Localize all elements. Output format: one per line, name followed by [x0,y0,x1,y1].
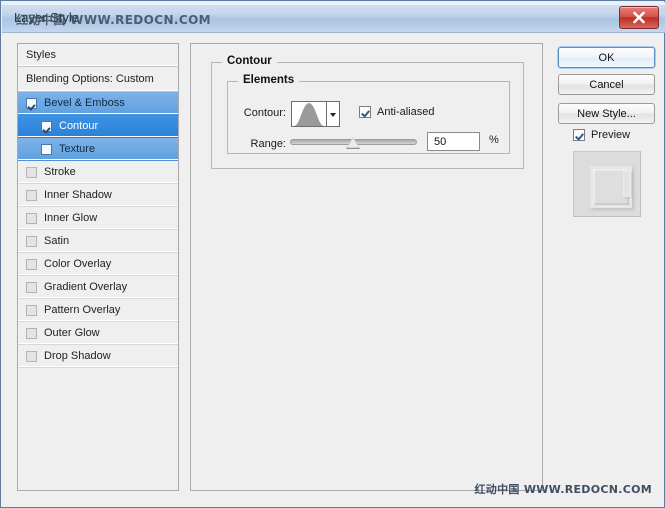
style-item-label: Outer Glow [44,327,100,339]
anti-aliased-label: Anti-aliased [377,106,435,118]
style-item-checkbox[interactable] [26,350,37,362]
close-button[interactable] [619,6,659,29]
style-item-contour[interactable]: Contour [18,115,178,138]
bottom-watermark: 红动中国 WWW.REDOCN.COM [474,481,652,497]
style-item-checkbox[interactable] [26,304,37,316]
styles-panel: Styles Blending Options: Custom Bevel & … [17,43,179,491]
style-item-checkbox[interactable] [26,166,37,178]
style-item-label: Contour [59,120,99,132]
anti-aliased-checkbox-box [359,106,371,118]
cancel-button[interactable]: Cancel [558,74,655,95]
style-item-checkbox[interactable] [41,143,52,155]
range-unit: % [489,134,499,146]
styles-header: Styles [18,44,178,67]
style-item-checkbox[interactable] [26,212,37,224]
elements-group: Elements Contour: Anti-aliased Range: 50… [227,74,510,154]
anti-aliased-checkbox[interactable]: Anti-aliased [359,106,434,118]
blending-options-row[interactable]: Blending Options: Custom [18,67,178,92]
style-preview-thumbnail [573,151,641,217]
style-item-label: Gradient Overlay [44,281,128,293]
range-slider-thumb[interactable] [346,137,360,148]
cone-contour-icon [292,102,326,126]
style-item-drop-shadow[interactable]: Drop Shadow [18,345,178,368]
style-item-inner-shadow[interactable]: Inner Shadow [18,184,178,207]
style-item-label: Bevel & Emboss [44,97,125,109]
style-item-label: Inner Glow [44,212,98,224]
preview-shape-edge [623,170,631,197]
style-item-checkbox[interactable] [26,258,37,270]
style-item-texture[interactable]: Texture [18,138,178,161]
style-item-label: Texture [59,143,96,155]
bottom-watermark-text: 红动中国 WWW.REDOCN.COM [474,483,652,496]
style-item-label: Color Overlay [44,258,112,270]
contour-group-title: Contour [222,55,277,67]
title-watermark: 红动中国 WWW.REDOCN.COM [16,11,211,28]
style-item-checkbox[interactable] [26,235,37,247]
style-item-checkbox[interactable] [26,281,37,293]
style-item-label: Stroke [44,166,76,178]
style-item-stroke[interactable]: Stroke [18,161,178,184]
preview-label: Preview [591,129,631,141]
style-item-inner-glow[interactable]: Inner Glow [18,207,178,230]
title-watermark-text: 红动中国 WWW.REDOCN.COM [16,13,212,27]
style-item-label: Pattern Overlay [44,304,121,316]
style-item-checkbox[interactable] [26,97,37,109]
style-item-checkbox[interactable] [41,120,52,132]
style-item-checkbox[interactable] [26,189,37,201]
contour-settings-panel: Contour Elements Contour: Anti-aliased R… [190,43,543,491]
titlebar-gloss [2,2,665,5]
style-item-gradient-overlay[interactable]: Gradient Overlay [18,276,178,299]
style-item-satin[interactable]: Satin [18,230,178,253]
styles-list: Bevel & Emboss Contour Texture Stroke Inner … [18,92,178,368]
style-item-label: Drop Shadow [44,350,111,362]
preview-checkbox-box [573,129,585,141]
title-bar: Layer Style 红动中国 WWW.REDOCN.COM [2,2,665,33]
layer-style-dialog: Layer Style 红动中国 WWW.REDOCN.COM Styles B… [0,0,665,508]
chevron-down-icon [330,113,336,117]
style-item-outer-glow[interactable]: Outer Glow [18,322,178,345]
style-item-pattern-overlay[interactable]: Pattern Overlay [18,299,178,322]
style-item-checkbox[interactable] [26,327,37,339]
elements-group-title: Elements [238,74,300,86]
contour-preset-swatch[interactable] [291,101,327,127]
style-item-color-overlay[interactable]: Color Overlay [18,253,178,276]
contour-group: Contour Elements Contour: Anti-aliased R… [211,55,524,169]
style-item-label: Satin [44,235,70,247]
style-item-label: Inner Shadow [44,189,112,201]
preview-checkbox[interactable]: Preview [573,129,630,141]
contour-label: Contour: [243,107,286,119]
range-slider[interactable] [290,137,417,148]
range-label: Range: [250,138,286,150]
style-item-bevel-emboss[interactable]: Bevel & Emboss [18,92,178,115]
contour-dropdown-button[interactable] [327,101,340,127]
new-style-button[interactable]: New Style... [558,103,655,124]
range-input[interactable]: 50 [427,132,480,151]
ok-button[interactable]: OK [558,47,655,68]
close-icon [633,11,645,24]
